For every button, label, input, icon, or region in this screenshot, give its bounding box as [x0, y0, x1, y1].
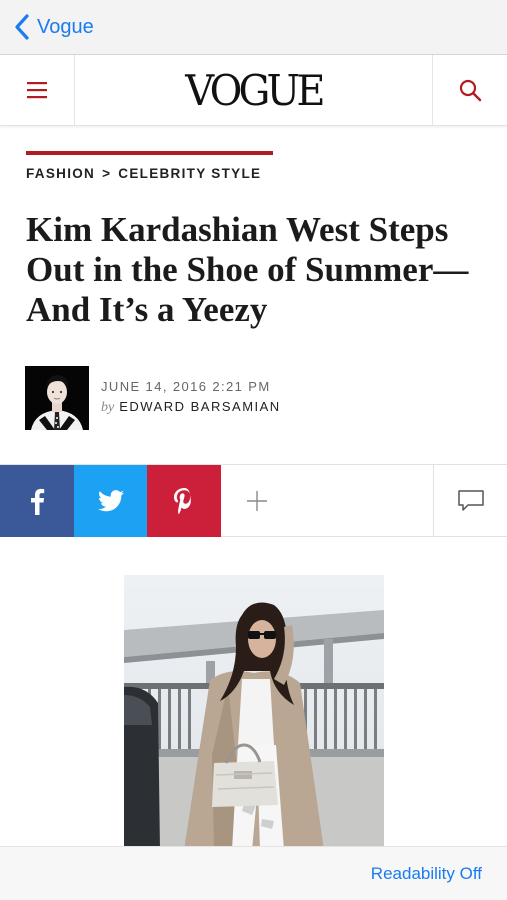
article-headline: Kim Kardashian West Steps Out in the Sho…	[26, 210, 486, 330]
reader-bottom-bar: Readability Off	[0, 846, 507, 900]
headline-line: And It’s a Yeezy	[26, 290, 268, 329]
search-button[interactable]	[432, 55, 507, 125]
author-avatar[interactable]	[25, 366, 89, 430]
vogue-logo[interactable]: VOGUE	[84, 55, 423, 125]
headline-line: Out in the Shoe of Summer—	[26, 250, 469, 289]
article-date: JUNE 14, 2016 2:21 PM	[101, 379, 271, 394]
hamburger-menu-icon	[27, 82, 47, 99]
hero-photo	[124, 575, 384, 850]
menu-button[interactable]	[0, 55, 75, 125]
chevron-left-icon	[15, 14, 29, 40]
twitter-share-button[interactable]	[74, 465, 147, 537]
site-header: VOGUE	[0, 55, 507, 126]
comment-icon	[457, 490, 484, 511]
plus-icon	[247, 491, 267, 511]
article-hero-image[interactable]	[124, 575, 384, 850]
breadcrumb-rule	[26, 151, 273, 155]
breadcrumb-celebrity-style[interactable]: CELEBRITY STYLE	[118, 166, 261, 181]
share-bar	[0, 464, 507, 537]
pinterest-share-button[interactable]	[147, 465, 221, 537]
byline: by EDWARD BARSAMIAN	[101, 399, 281, 416]
readability-toggle[interactable]: Readability Off	[371, 864, 482, 884]
facebook-share-button[interactable]	[0, 465, 74, 537]
back-button[interactable]: Vogue	[14, 13, 94, 41]
search-icon	[459, 79, 482, 102]
facebook-icon	[31, 488, 45, 515]
author-name[interactable]: EDWARD BARSAMIAN	[119, 399, 280, 414]
author-portrait	[25, 366, 89, 430]
pinterest-icon	[174, 488, 191, 514]
comment-button[interactable]	[433, 465, 507, 537]
breadcrumb-fashion[interactable]: FASHION	[26, 166, 95, 181]
breadcrumb-separator: >	[102, 166, 112, 181]
twitter-icon	[97, 490, 124, 512]
breadcrumb: FASHION > CELEBRITY STYLE	[26, 166, 261, 181]
ios-back-bar: Vogue	[0, 0, 507, 55]
headline-line: Kim Kardashian West Steps	[26, 210, 449, 249]
more-share-button[interactable]	[221, 465, 293, 537]
back-label: Vogue	[37, 15, 94, 38]
byline-prefix: by	[101, 400, 115, 415]
